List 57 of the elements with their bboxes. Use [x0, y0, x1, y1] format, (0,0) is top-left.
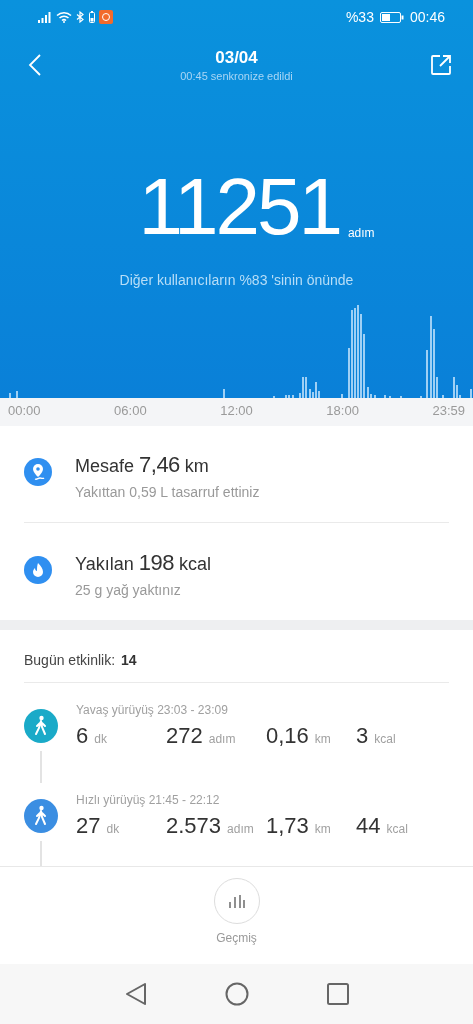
activity-label: Bugün etkinlik:	[24, 652, 116, 668]
activity-value: 272	[166, 723, 203, 749]
stat-label: Mesafe	[75, 456, 135, 477]
axis-label: 12:00	[220, 403, 253, 420]
history-label: Geçmiş	[216, 931, 257, 945]
ranking-caption: Diğer kullanıcıların %83 'sinin önünde	[119, 272, 354, 288]
activity-unit: km	[314, 732, 331, 746]
flame-icon	[24, 556, 52, 584]
axis-label: 00:00	[8, 403, 41, 420]
activity-unit: dk	[94, 732, 107, 746]
history-button[interactable]	[213, 878, 260, 924]
axis-label: 06:00	[114, 403, 147, 420]
activity-unit: kcal	[374, 732, 396, 746]
clock-time: 00:46	[409, 9, 445, 25]
walking-person-icon	[24, 709, 58, 743]
activity-title: Hızlı yürüyüş 21:45 - 22:12	[76, 793, 221, 807]
bar-chart-icon	[228, 894, 245, 908]
step-count: 11251	[138, 168, 340, 246]
activity-unit: adım	[208, 732, 236, 746]
activity-title: Yavaş yürüyüş 23:03 - 23:09	[76, 703, 229, 717]
app-notification-icon	[99, 10, 113, 24]
share-icon[interactable]	[431, 55, 451, 75]
activity-value: 1,73	[266, 813, 309, 839]
activity-unit: km	[314, 822, 331, 836]
signal-icon	[38, 11, 52, 23]
walking-person-icon	[24, 799, 58, 833]
stat-unit: kcal	[178, 554, 211, 575]
activity-unit: dk	[106, 822, 120, 836]
battery-percent: %33	[345, 9, 374, 25]
battery-icon	[89, 11, 95, 23]
activity-value: 2.573	[166, 813, 222, 839]
activity-value: 27	[76, 813, 101, 839]
location-pin-icon	[24, 458, 52, 486]
back-icon[interactable]	[124, 982, 147, 1006]
stat-label: Yakılan	[75, 554, 134, 575]
stat-value: 7,46	[139, 452, 180, 478]
recent-apps-icon[interactable]	[326, 983, 349, 1005]
activity-unit: kcal	[386, 822, 408, 836]
battery-icon	[379, 11, 404, 23]
wifi-icon	[56, 11, 72, 23]
stat-note: 25 g yağ yaktınız	[75, 582, 182, 598]
stat-note: Yakıttan 0,59 L tasarruf ettiniz	[75, 484, 260, 500]
activity-value: 3	[356, 723, 369, 749]
stat-unit: km	[184, 456, 209, 477]
activity-count: 14	[121, 652, 137, 668]
bluetooth-icon	[76, 11, 85, 23]
date-title: 03/04	[215, 48, 258, 68]
activity-value: 0,16	[266, 723, 309, 749]
activity-value: 6	[76, 723, 89, 749]
step-unit: adım	[347, 226, 375, 242]
stat-value: 198	[138, 550, 174, 576]
axis-label: 23:59	[432, 403, 465, 420]
activity-value: 44	[356, 813, 381, 839]
home-icon[interactable]	[224, 982, 249, 1006]
sync-status: 00:45 senkronize edildi	[180, 70, 293, 82]
axis-label: 18:00	[326, 403, 359, 420]
activity-unit: adım	[227, 822, 254, 836]
